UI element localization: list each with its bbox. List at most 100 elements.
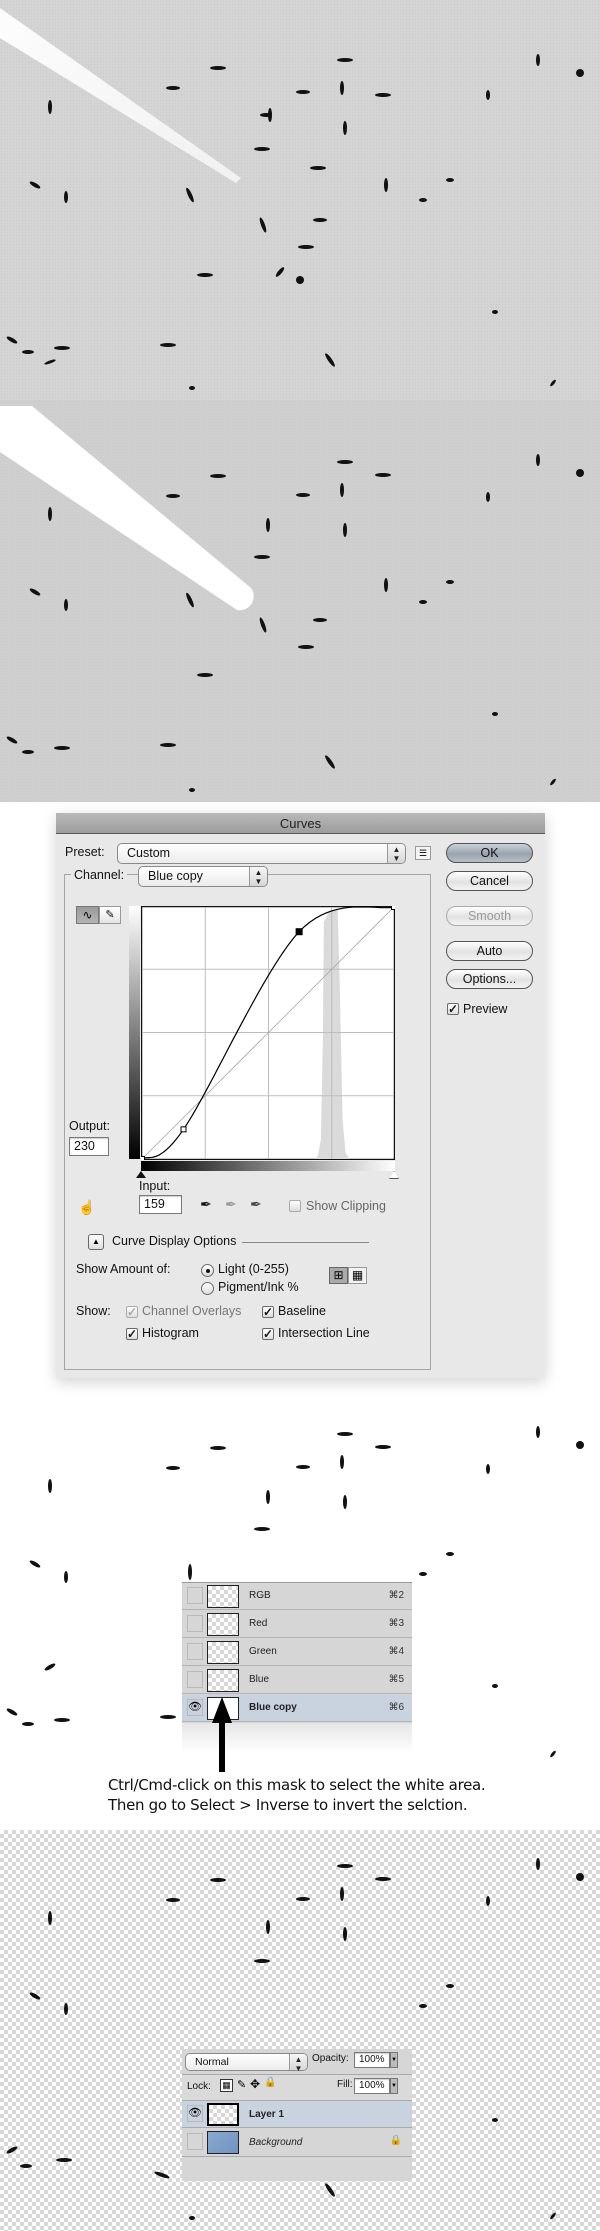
options-button[interactable]: Options... <box>446 969 533 989</box>
input-label: Input: <box>139 1179 171 1193</box>
channel-shortcut: ⌘6 <box>388 1702 404 1713</box>
painted-contrail-mask <box>0 400 600 802</box>
curve-point[interactable] <box>180 1126 187 1133</box>
black-eyedropper-icon[interactable]: ✒ <box>200 1196 212 1213</box>
show-clipping-checkbox[interactable] <box>289 1200 301 1212</box>
channel-row-rgb[interactable]: RGB ⌘2 <box>182 1583 412 1610</box>
channel-row-red[interactable]: Red ⌘3 <box>182 1611 412 1638</box>
eye-toggle[interactable] <box>187 1587 203 1604</box>
pigment-label: Pigment/Ink % <box>218 1280 299 1294</box>
blend-mode-dropdown[interactable]: Normal ▲ ▼ <box>185 2053 308 2073</box>
original-sky-photo <box>0 0 600 400</box>
eye-icon[interactable]: 👁 <box>187 2105 203 2122</box>
detailed-grid-button[interactable]: ▦ <box>348 1267 367 1284</box>
disclosure-triangle-button[interactable]: ▲ <box>88 1234 104 1250</box>
channel-name: RGB <box>249 1590 271 1601</box>
preset-value: Custom <box>127 846 171 860</box>
curve-point[interactable] <box>141 1156 145 1161</box>
light-radio[interactable] <box>201 1264 214 1277</box>
pointer-arrow <box>212 1697 232 1772</box>
preview-label: Preview <box>463 1002 508 1016</box>
eye-toggle[interactable] <box>187 2133 203 2150</box>
curve-graph[interactable] <box>141 906 395 1160</box>
painted-contrail-and-birds <box>0 406 584 792</box>
cancel-button[interactable]: Cancel <box>446 871 533 891</box>
channel-name: Green <box>249 1646 277 1657</box>
show-clipping-label: Show Clipping <box>306 1199 386 1213</box>
channel-thumbnail[interactable] <box>207 1613 239 1636</box>
bird-flock <box>6 54 584 390</box>
channel-name: Red <box>249 1618 268 1629</box>
lock-brush-icon[interactable]: ✎ <box>237 2078 246 2091</box>
pencil-tool-button[interactable]: ✎ <box>99 906 121 924</box>
preset-dropdown[interactable]: Custom ▲ ▼ <box>117 843 406 864</box>
opacity-dropdown-arrow[interactable]: ▼ <box>390 2052 398 2068</box>
input-field[interactable]: 159 <box>139 1195 182 1214</box>
curve-point[interactable] <box>391 906 396 910</box>
curve-point-selected[interactable] <box>295 928 303 936</box>
fill-field[interactable]: 100% <box>354 2078 390 2094</box>
intersection-line-label: Intersection Line <box>278 1326 370 1340</box>
pigment-radio[interactable] <box>201 1282 214 1295</box>
channel-shortcut: ⌘2 <box>388 1590 404 1601</box>
lock-all-icon[interactable]: 🔒 <box>264 2077 276 2088</box>
simple-grid-button[interactable]: ⊞ <box>329 1267 348 1284</box>
curves-dialog: Curves Preset: Custom ▲ ▼ ☰ OK Cancel Smo… <box>56 813 545 1378</box>
curve-tool-button[interactable]: ∿ <box>76 906 99 924</box>
ok-button[interactable]: OK <box>446 843 533 863</box>
on-image-adjust-hand-icon[interactable]: ☝ <box>78 1199 95 1216</box>
output-gradient-bar <box>129 906 140 1159</box>
preset-options-icon[interactable]: ☰ <box>415 846 431 860</box>
channel-value: Blue copy <box>148 869 203 883</box>
channel-dropdown[interactable]: Blue copy ▲ ▼ <box>138 866 268 887</box>
channel-name: Blue <box>249 1674 270 1685</box>
dialog-title: Curves <box>56 813 545 834</box>
baseline-label: Baseline <box>278 1304 326 1318</box>
lock-transparency-icon[interactable]: ▦ <box>220 2079 233 2092</box>
channel-thumbnail[interactable] <box>207 1641 239 1664</box>
lock-move-icon[interactable]: ✥ <box>250 2077 260 2091</box>
layer-thumbnail <box>207 2103 239 2126</box>
channel-row-green[interactable]: Green ⌘4 <box>182 1639 412 1666</box>
eye-icon[interactable]: 👁 <box>187 1699 203 1716</box>
instruction-line-1: Ctrl/Cmd-click on this mask to select th… <box>108 1776 486 1794</box>
contrail <box>0 8 241 183</box>
smooth-button[interactable]: Smooth <box>446 906 533 926</box>
gray-eyedropper-icon[interactable]: ✒ <box>225 1196 237 1213</box>
output-label: Output: <box>69 1119 110 1133</box>
eye-toggle[interactable] <box>187 1615 203 1632</box>
updown-arrows-icon: ▲ ▼ <box>289 2054 307 2073</box>
fill-label: Fill: <box>337 2079 353 2090</box>
preview-checkbox[interactable]: ✓ <box>447 1003 459 1015</box>
show-label: Show: <box>76 1304 111 1318</box>
histogram-checkbox[interactable]: ✓ <box>126 1328 138 1340</box>
eye-toggle[interactable] <box>187 1671 203 1688</box>
layer-row-layer-1[interactable]: 👁 Layer 1 <box>182 2100 412 2128</box>
black-point-slider[interactable] <box>136 1171 146 1178</box>
updown-arrows-icon: ▲ ▼ <box>249 867 267 886</box>
channel-overlays-checkbox[interactable]: ✓ <box>126 1306 138 1318</box>
blend-mode-value: Normal <box>195 2056 229 2068</box>
channel-shortcut: ⌘5 <box>388 1674 404 1685</box>
channel-shortcut: ⌘3 <box>388 1618 404 1629</box>
channel-name: Blue copy <box>249 1702 297 1713</box>
background-thumbnail <box>207 2131 239 2154</box>
auto-button[interactable]: Auto <box>446 941 533 961</box>
opacity-field[interactable]: 100% <box>354 2052 390 2068</box>
layer-row-background[interactable]: Background 🔒 <box>182 2129 412 2157</box>
instruction-line-2: Then go to Select > Inverse to invert th… <box>108 1796 468 1814</box>
light-label: Light (0-255) <box>218 1262 289 1276</box>
channel-thumbnail[interactable] <box>207 1669 239 1692</box>
lock-icon: 🔒 <box>389 2135 402 2146</box>
layer-name: Background <box>249 2137 303 2148</box>
eye-toggle[interactable] <box>187 1643 203 1660</box>
channel-row-blue[interactable]: Blue ⌘5 <box>182 1667 412 1694</box>
fill-dropdown-arrow[interactable]: ▼ <box>390 2078 398 2094</box>
white-eyedropper-icon[interactable]: ✒ <box>250 1196 262 1213</box>
show-amount-label: Show Amount of: <box>76 1262 171 1276</box>
output-field[interactable]: 230 <box>69 1137 109 1156</box>
baseline-checkbox[interactable]: ✓ <box>262 1306 274 1318</box>
channel-thumbnail[interactable] <box>207 1585 239 1608</box>
white-painted-stroke <box>0 406 254 611</box>
intersection-line-checkbox[interactable]: ✓ <box>262 1328 274 1340</box>
